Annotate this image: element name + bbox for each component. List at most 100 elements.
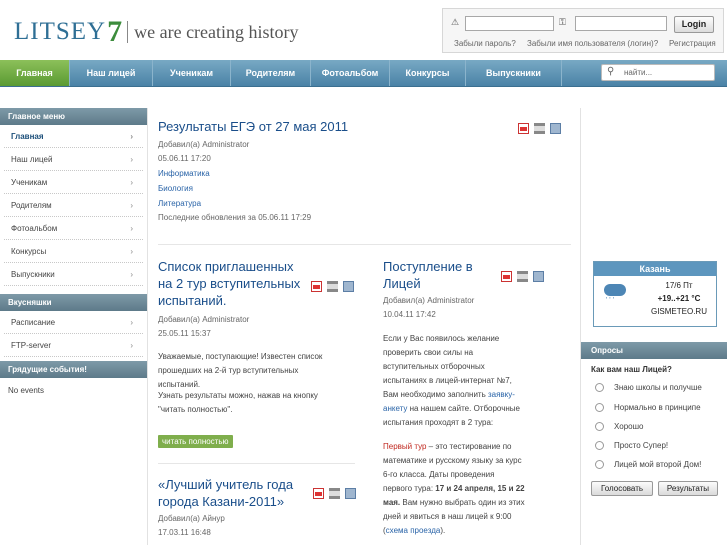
pdf-icon[interactable] (501, 271, 512, 282)
print-icon[interactable] (329, 488, 340, 499)
print-icon[interactable] (327, 281, 338, 292)
poll-option[interactable]: Знаю школы и получше (595, 383, 702, 393)
nav-item-graduates[interactable]: Выпускники (466, 60, 562, 86)
article-tools (313, 488, 356, 499)
article-title[interactable]: Результаты ЕГЭ от 27 мая 2011 (158, 118, 348, 135)
sidebar-item-students[interactable]: Ученикам › (4, 171, 143, 194)
nav-item-our-lyceum[interactable]: Наш лицей (70, 60, 153, 86)
sidebar-item-label: FTP-server (11, 341, 51, 350)
route-map-link[interactable]: схема проезда (386, 526, 441, 535)
email-icon[interactable] (550, 123, 561, 134)
read-more-button[interactable]: читать полностью (158, 435, 233, 448)
events-title: Грядущие события! (0, 361, 147, 378)
forgot-password-link[interactable]: Забыли пароль? (454, 39, 516, 48)
main-menu-title: Главное меню (0, 108, 147, 125)
username-input[interactable] (465, 16, 554, 31)
radio-button[interactable] (595, 422, 604, 432)
sidebar-item-label: Родителям (11, 201, 52, 210)
article-tools (518, 123, 561, 134)
sidebar-item-contests[interactable]: Конкурсы › (4, 240, 143, 263)
poll-option[interactable]: Лицей мой второй Дом! (595, 460, 701, 470)
logo-number: 7 (107, 15, 123, 48)
print-icon[interactable] (517, 271, 528, 282)
pdf-icon[interactable] (311, 281, 322, 292)
article-title[interactable]: Список приглашенных на 2 тур вступительн… (158, 258, 300, 309)
sidebar-item-schedule[interactable]: Расписание › (4, 311, 143, 334)
email-icon[interactable] (345, 488, 356, 499)
no-events-text: No events (8, 386, 45, 395)
chevron-right-icon: › (130, 224, 133, 233)
weather-widget[interactable]: Казань ' ' ' 17/6 Пт +19..+21 °C GISMETE… (593, 261, 717, 327)
poll-option[interactable]: Нормально в принципе (595, 403, 701, 413)
application-link[interactable]: заявку- (488, 390, 515, 399)
email-icon[interactable] (343, 281, 354, 292)
nav-item-home[interactable]: Главная (0, 60, 70, 86)
warning-icon: ⚠ (451, 17, 460, 27)
article-date: 10.04.11 17:42 (383, 310, 436, 319)
site-logo[interactable]: LITSEY 7 we are creating history (14, 14, 299, 50)
article-body: Уважаемые, поступающие! Известен список … (158, 352, 323, 389)
chevron-right-icon: › (130, 132, 133, 141)
poll-option[interactable]: Просто Супер! (595, 441, 668, 451)
weather-source[interactable]: GISMETEO.RU (644, 307, 714, 316)
article-author: Добавил(а) Administrator (158, 315, 250, 324)
sidebar-item-label: Наш лицей (11, 155, 53, 164)
login-button[interactable]: Login (674, 16, 714, 33)
radio-button[interactable] (595, 403, 604, 413)
sidebar-item-ftp-server[interactable]: FTP-server › (4, 334, 143, 357)
right-sidebar: Казань ' ' ' 17/6 Пт +19..+21 °C GISMETE… (580, 108, 727, 545)
divider (158, 244, 571, 245)
link-informatics[interactable]: Информатика (158, 169, 210, 178)
article-date: 05.06.11 17:20 (158, 154, 211, 163)
poll-question: Как вам наш Лицей? (591, 365, 672, 374)
sidebar-item-label: Расписание (11, 318, 56, 327)
forgot-username-link[interactable]: Забыли имя пользователя (логин)? (527, 39, 658, 48)
article-author: Добавил(а) Айнур (158, 514, 225, 523)
article-author: Добавил(а) Administrator (158, 140, 250, 149)
chevron-right-icon: › (130, 178, 133, 187)
radio-button[interactable] (595, 383, 604, 393)
register-link[interactable]: Регистрация (669, 39, 716, 48)
application-link[interactable]: анкету (383, 404, 407, 413)
key-icon: ⚿ (559, 17, 566, 27)
nav-item-students[interactable]: Ученикам (153, 60, 231, 86)
sidebar-item-parents[interactable]: Родителям › (4, 194, 143, 217)
sidebar-item-home[interactable]: Главная › (4, 125, 143, 148)
sidebar-item-label: Фотоальбом (11, 224, 58, 233)
logo-text: LITSEY (14, 18, 107, 45)
nav-item-photo-album[interactable]: Фотоальбом (311, 60, 390, 86)
poll-option[interactable]: Хорошо (595, 422, 643, 432)
rain-drops-icon: ' ' ' (606, 297, 614, 304)
link-biology[interactable]: Биология (158, 184, 193, 193)
article-author: Добавил(а) Administrator (383, 296, 475, 305)
article-title[interactable]: «Лучший учитель года города Казани-2011» (158, 476, 293, 510)
search-box[interactable]: ⚲ найти... (601, 64, 715, 81)
search-input[interactable]: найти... (624, 68, 652, 77)
first-round-label: Первый тур (383, 442, 427, 451)
radio-button[interactable] (595, 441, 604, 451)
sidebar-item-label: Ученикам (11, 178, 48, 187)
sidebar-item-graduates[interactable]: Выпускники › (4, 263, 143, 286)
print-icon[interactable] (534, 123, 545, 134)
pdf-icon[interactable] (518, 123, 529, 134)
nav-item-contests[interactable]: Конкурсы (390, 60, 466, 86)
main-navigation: Главная Наш лицей Ученикам Родителям Фот… (0, 60, 727, 87)
article-title[interactable]: Поступление в Лицей (383, 258, 473, 292)
vote-button[interactable]: Голосовать (591, 481, 653, 496)
goodies-title: Вкусняшки (0, 294, 147, 311)
left-sidebar: Главное меню Главная › Наш лицей › Ученика… (0, 108, 147, 395)
nav-item-parents[interactable]: Родителям (231, 60, 311, 86)
sidebar-item-our-lyceum[interactable]: Наш лицей › (4, 148, 143, 171)
sidebar-item-photo-album[interactable]: Фотоальбом › (4, 217, 143, 240)
email-icon[interactable] (533, 271, 544, 282)
weather-city: Казань (594, 262, 716, 276)
results-button[interactable]: Результаты (658, 481, 718, 496)
article-updated: Последние обновления за 05.06.11 17:29 (158, 213, 312, 222)
divider (158, 463, 355, 464)
weather-date: 17/6 Пт (665, 281, 693, 290)
password-input[interactable] (575, 16, 667, 31)
chevron-right-icon: › (130, 341, 133, 350)
radio-button[interactable] (595, 460, 604, 470)
link-literature[interactable]: Литература (158, 199, 201, 208)
pdf-icon[interactable] (313, 488, 324, 499)
